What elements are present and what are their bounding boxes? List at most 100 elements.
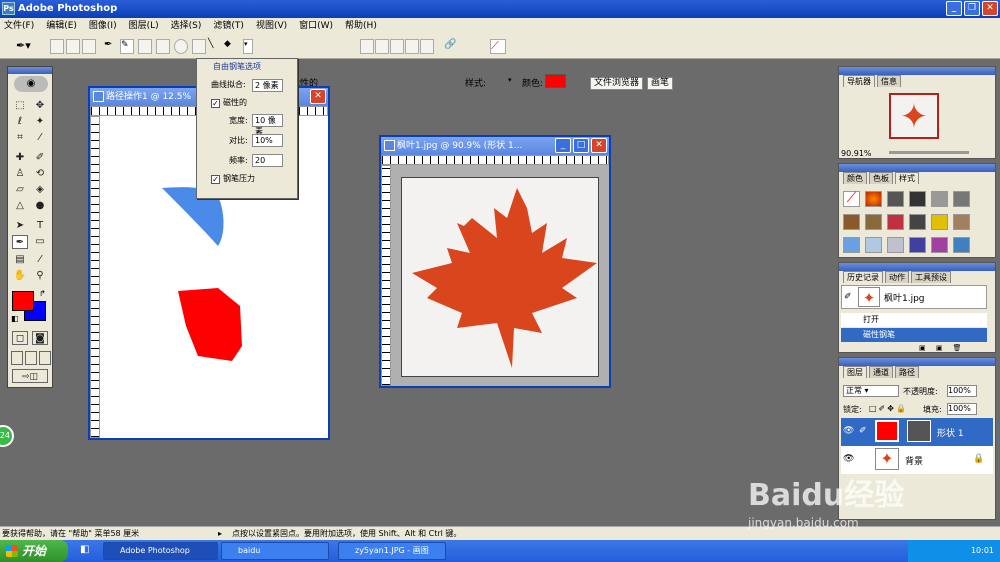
eye-icon[interactable]: 👁 (843, 454, 854, 464)
brush-tool-icon[interactable]: ✐ (32, 151, 48, 165)
eyedropper-tool-icon[interactable]: ⁄ (32, 253, 48, 267)
blend-mode-select[interactable]: 正常 ▾ (843, 385, 899, 397)
style-swatch-11[interactable] (953, 214, 970, 230)
style-swatch-6[interactable] (843, 214, 860, 230)
jump-to-imageready-icon[interactable]: ⇨◫ (12, 369, 48, 383)
task-paint[interactable]: zy5yan1.JPG - 画图 (338, 542, 446, 560)
menu-layer[interactable]: 图层(L) (129, 18, 159, 35)
eye-icon[interactable]: 👁 (843, 426, 854, 436)
pen-pressure-checkbox[interactable]: ✓ (211, 175, 220, 184)
swap-colors-icon[interactable]: ↱ (39, 289, 46, 298)
clone-stamp-tool-icon[interactable]: ♙ (12, 167, 28, 181)
notes-tool-icon[interactable]: ▤ (12, 253, 28, 267)
style-swatch-9[interactable] (909, 214, 926, 230)
menu-help[interactable]: 帮助(H) (345, 18, 377, 35)
popup-magnetic-checkbox[interactable]: ✓ (211, 99, 220, 108)
history-item-open[interactable]: 打开 (841, 313, 987, 327)
layer-row-shape-1[interactable]: 👁 ✐ 形状 1 (841, 418, 993, 446)
tab-file-browser[interactable]: 文件浏览器 (590, 77, 644, 90)
geometry-options-dropdown[interactable]: ▾ (243, 39, 253, 54)
screen-mode-standard-icon[interactable] (11, 351, 23, 365)
document-2-maximize-button[interactable]: □ (573, 138, 589, 153)
line-tool-icon[interactable]: ╲ (208, 39, 222, 54)
style-none-swatch[interactable]: ⟋ (843, 191, 860, 207)
document-1-close-button[interactable]: ✕ (310, 89, 326, 104)
move-tool-icon[interactable]: ✥ (32, 99, 48, 113)
healing-brush-tool-icon[interactable]: ✚ (12, 151, 28, 165)
intersect-area-button[interactable] (390, 39, 404, 54)
custom-shape-tool-icon[interactable]: ◆ (224, 39, 242, 54)
canvas-2[interactable] (401, 177, 599, 377)
floating-badge[interactable]: 24 (0, 425, 14, 447)
task-baidu[interactable]: baidu (221, 542, 329, 560)
lock-options-icons[interactable]: □✐✥🔒 (869, 404, 908, 413)
style-swatch-17[interactable] (953, 237, 970, 253)
width-input[interactable]: 10 像素 (252, 114, 283, 136)
combine-button[interactable] (420, 39, 434, 54)
rounded-rect-tool-icon[interactable] (156, 39, 170, 54)
navigator-panel-titlebar[interactable] (839, 67, 995, 75)
ellipse-tool-icon[interactable] (174, 39, 188, 54)
menu-file[interactable]: 文件(F) (4, 18, 34, 35)
exclude-area-button[interactable] (405, 39, 419, 54)
history-panel-titlebar[interactable] (839, 263, 995, 271)
paint-bucket-tool-icon[interactable]: ◈ (32, 183, 48, 197)
style-dropdown-icon[interactable]: ▾ (508, 76, 512, 84)
magic-wand-tool-icon[interactable]: ✦ (32, 115, 48, 129)
tab-layers[interactable]: 图层 (843, 366, 867, 378)
fill-pixels-button[interactable] (82, 39, 96, 54)
history-footer-buttons[interactable]: ▣ ▣ 🗑 (919, 344, 995, 352)
freeform-pen-preset-icon[interactable]: ✒▾ (16, 39, 40, 54)
tab-swatches[interactable]: 色板 (869, 172, 893, 184)
rectangle-tool-icon[interactable] (138, 39, 152, 54)
quick-launch-icon[interactable]: ◧ (80, 544, 94, 558)
freeform-pen-tool-icon[interactable]: ✎ (120, 39, 134, 54)
tab-info[interactable]: 信息 (877, 75, 901, 87)
menu-window[interactable]: 窗口(W) (299, 18, 333, 35)
restore-button[interactable]: ❐ (964, 1, 980, 16)
style-swatch-15[interactable] (909, 237, 926, 253)
screen-mode-full-menu-icon[interactable] (25, 351, 37, 365)
zoom-tool-icon[interactable]: ⚲ (32, 269, 48, 283)
style-swatch-3[interactable] (909, 191, 926, 207)
tab-color[interactable]: 颜色 (843, 172, 867, 184)
fill-input[interactable]: 100% (947, 403, 977, 415)
curve-fit-input[interactable]: 2 像素 (252, 79, 283, 92)
foreground-color-swatch[interactable] (12, 291, 34, 311)
menu-view[interactable]: 视图(V) (256, 18, 287, 35)
eraser-tool-icon[interactable]: ▱ (12, 183, 28, 197)
style-swatch-12[interactable] (843, 237, 860, 253)
style-swatch-7[interactable] (865, 214, 882, 230)
shape-layers-button[interactable] (50, 39, 64, 54)
tab-actions[interactable]: 动作 (885, 271, 909, 283)
close-button[interactable]: ✕ (982, 1, 998, 16)
marquee-tool-icon[interactable]: ⬚ (12, 99, 28, 113)
history-brush-tool-icon[interactable]: ⟲ (32, 167, 48, 181)
history-snapshot[interactable]: ✐ ✦ 枫叶1.jpg (841, 285, 987, 309)
tab-styles[interactable]: 样式 (895, 172, 919, 184)
paths-button[interactable] (66, 39, 80, 54)
quick-mask-mode-icon[interactable]: ◙ (32, 331, 48, 345)
tab-brushes[interactable]: 画笔 (647, 77, 674, 90)
adobe-eye-icon[interactable]: ◉ (14, 76, 48, 92)
style-swatch-13[interactable] (865, 237, 882, 253)
dodge-tool-icon[interactable]: ● (32, 199, 48, 213)
style-swatch-14[interactable] (887, 237, 904, 253)
slice-tool-icon[interactable]: ⁄ (32, 131, 48, 145)
path-selection-tool-icon[interactable]: ➤ (12, 219, 28, 233)
tab-navigator[interactable]: 导航器 (843, 75, 875, 87)
layers-panel-titlebar[interactable] (839, 358, 995, 366)
standard-mode-icon[interactable]: ◻ (12, 331, 28, 345)
default-colors-icon[interactable]: ◧ (11, 314, 19, 323)
tab-tool-presets[interactable]: 工具预设 (911, 271, 951, 283)
menu-edit[interactable]: 编辑(E) (46, 18, 77, 35)
rectangle-shape-tool-icon[interactable]: ▭ (32, 235, 48, 249)
navigator-zoom-slider[interactable] (889, 151, 969, 154)
style-swatch-10[interactable] (931, 214, 948, 230)
tab-history[interactable]: 历史记录 (843, 271, 883, 283)
document-2-close-button[interactable]: ✕ (591, 138, 607, 153)
polygon-tool-icon[interactable] (192, 39, 206, 54)
lasso-tool-icon[interactable]: ℓ (12, 115, 28, 129)
pen-tool-active-icon[interactable]: ✒ (12, 235, 28, 249)
task-photoshop[interactable]: Adobe Photoshop (103, 542, 218, 560)
